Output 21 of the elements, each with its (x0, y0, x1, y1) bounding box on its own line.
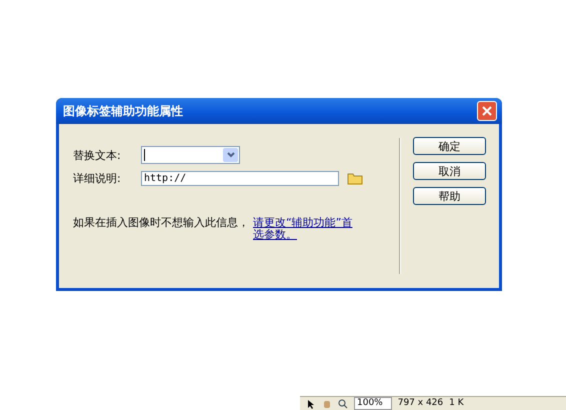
dropdown-button[interactable] (223, 148, 238, 162)
dialog-button[interactable]: 确定 (413, 137, 486, 155)
close-icon (482, 106, 492, 116)
zoom-level[interactable]: 100% (354, 397, 392, 410)
input-field[interactable]: http:// (141, 171, 339, 186)
combo-field[interactable] (141, 146, 240, 164)
dialog-button[interactable]: 取消 (413, 162, 486, 180)
zoom-icon[interactable] (338, 398, 348, 408)
field-label: 详细说明: (73, 171, 122, 186)
preferences-link[interactable]: 请更改“辅助功能”首选参数。 (253, 217, 353, 241)
dialog-button[interactable]: 帮助 (413, 187, 486, 205)
folder-icon[interactable] (347, 172, 363, 185)
chevron-icon (226, 152, 234, 158)
window-title: 图像标签辅助功能属性 (63, 102, 183, 120)
info-text: 如果在插入图像时不想输入此信息， (73, 217, 249, 229)
arrow-icon[interactable] (306, 398, 316, 408)
file-size: 1 K (449, 398, 464, 409)
text-cursor (144, 149, 145, 161)
field-label: 替换文本: (73, 148, 122, 162)
window-size: 797 x 426 (398, 398, 444, 409)
close-button[interactable] (477, 101, 497, 121)
